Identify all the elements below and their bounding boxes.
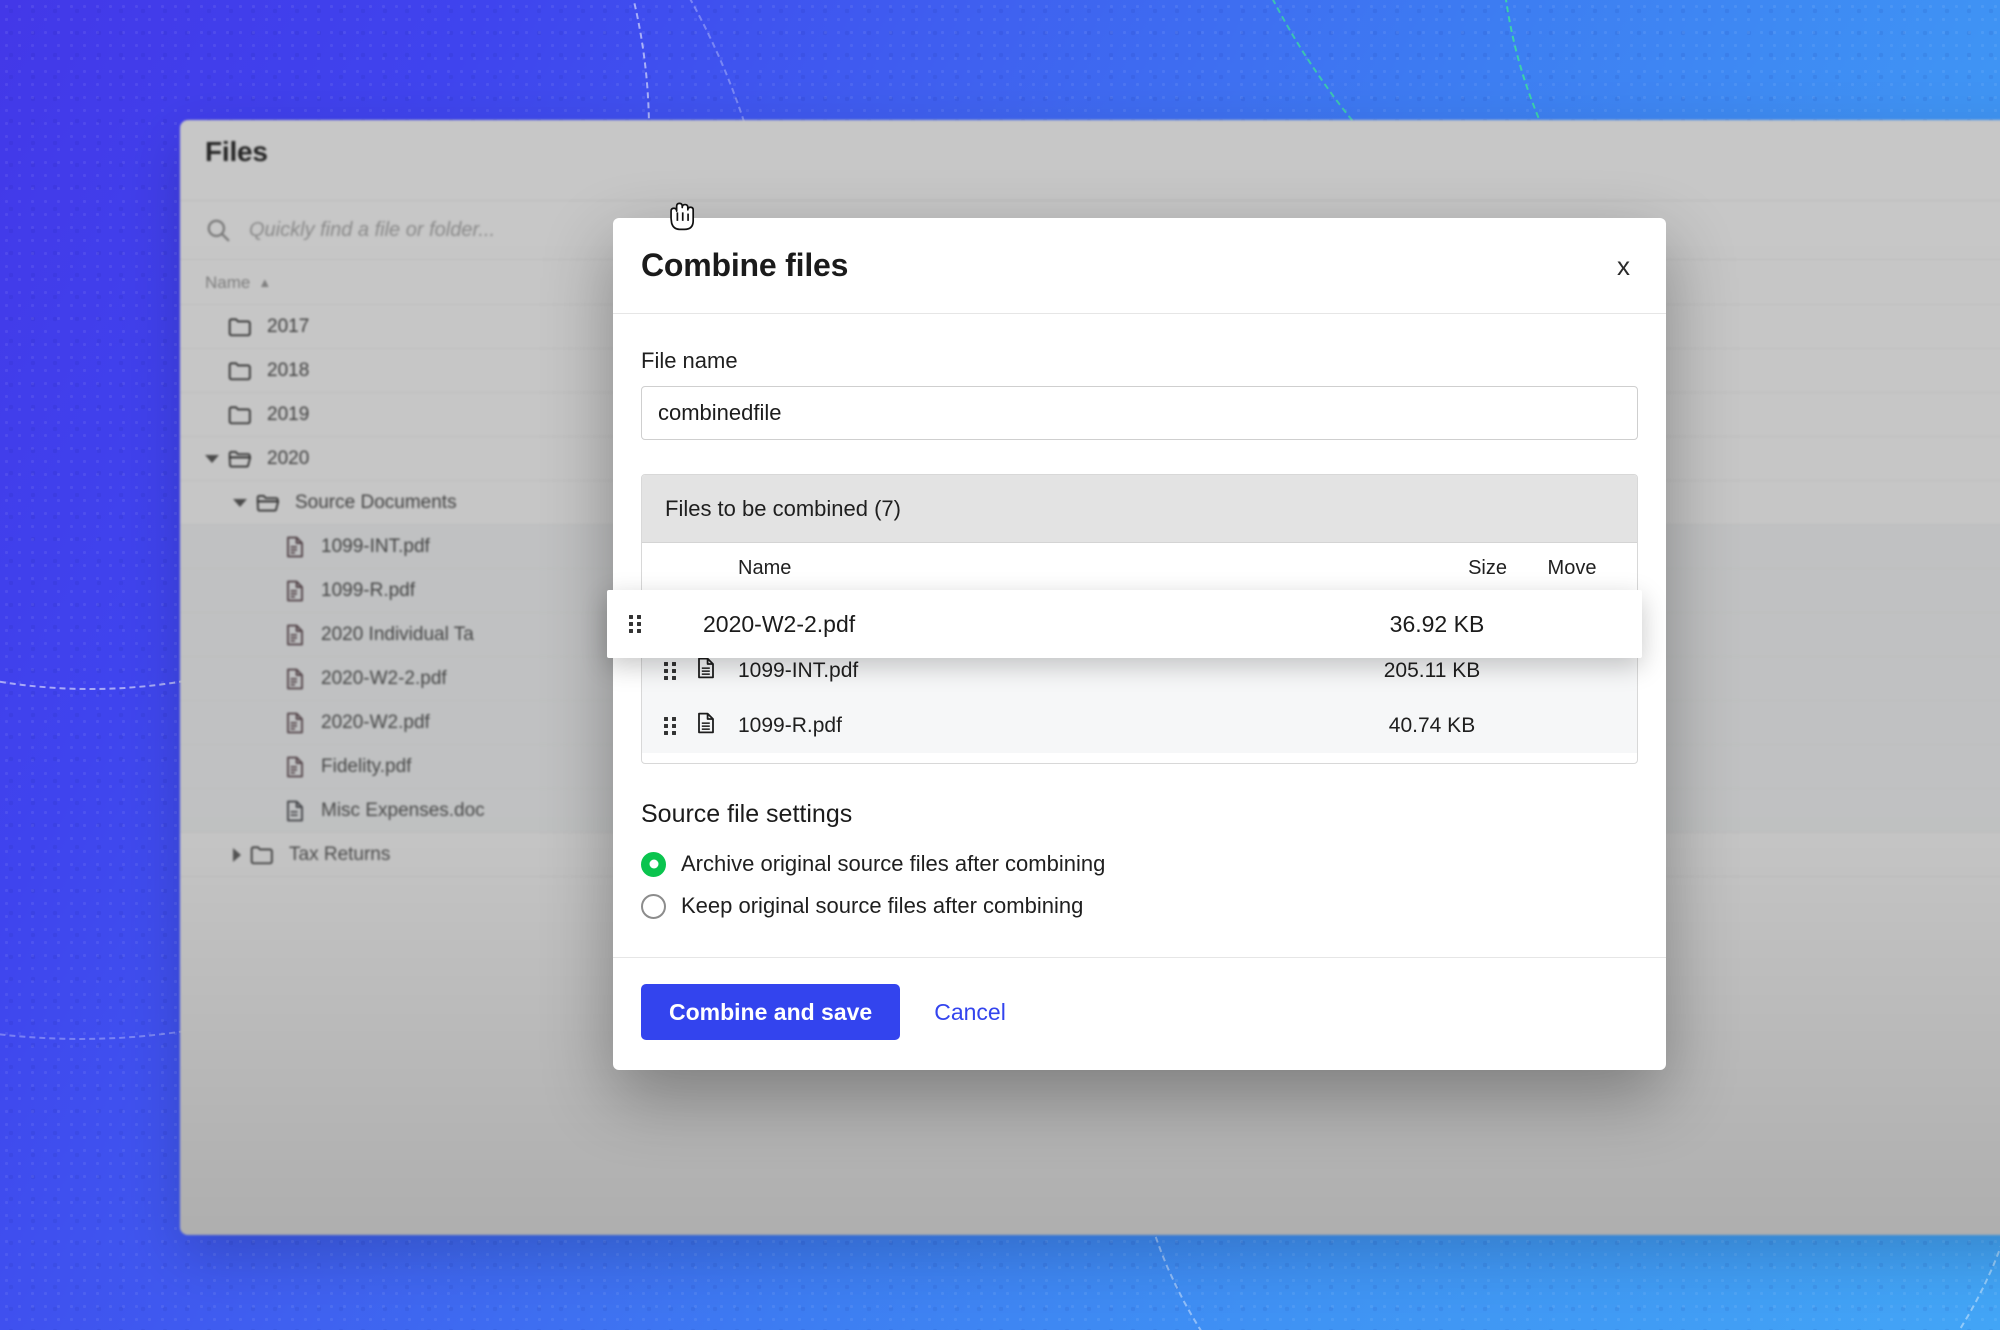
drag-handle-icon[interactable]	[664, 717, 676, 735]
file-name-label: 2020-W2.pdf	[321, 712, 430, 734]
combine-file-size: 205.11 KB	[1357, 659, 1507, 683]
spacer	[261, 587, 275, 595]
page-title: Files	[205, 136, 268, 168]
dialog-header: Combine files x	[613, 218, 1666, 314]
folder-icon	[249, 842, 275, 868]
radio-option-archive[interactable]: Archive original source files after comb…	[641, 843, 1638, 885]
file-name-label: 2019	[267, 404, 309, 426]
combine-file-name: 1099-INT.pdf	[738, 659, 1357, 683]
file-name-label: 2018	[267, 360, 309, 382]
drag-handle-icon[interactable]	[664, 662, 676, 680]
spacer	[261, 719, 275, 727]
file-name-label: 2020	[267, 448, 309, 470]
chevron-right-icon[interactable]	[233, 848, 241, 862]
folder-open-icon	[255, 490, 281, 516]
spacer	[261, 807, 275, 815]
file-name-label: 2020 Individual Ta	[321, 624, 474, 646]
drag-handle-cell[interactable]	[642, 717, 694, 735]
folder-open-icon	[227, 446, 253, 472]
drag-handle-cell[interactable]	[607, 615, 659, 633]
radio-label-archive: Archive original source files after comb…	[681, 851, 1105, 877]
close-icon[interactable]: x	[1603, 245, 1644, 287]
spacer	[205, 411, 219, 419]
file-name-label: 1099-INT.pdf	[321, 536, 430, 558]
pdf-file-icon	[283, 534, 307, 560]
pdf-file-icon	[283, 710, 307, 736]
combine-file-size: 40.74 KB	[1357, 714, 1507, 738]
column-header-name[interactable]: Name	[205, 273, 250, 293]
spacer	[205, 367, 219, 375]
file-name-label: Fidelity.pdf	[321, 756, 411, 778]
dialog-body: File name Files to be combined (7) Name …	[613, 314, 1666, 764]
drag-handle-cell[interactable]	[642, 662, 694, 680]
file-name-label: Misc Expenses.doc	[321, 800, 485, 822]
combine-file-row[interactable]: 1099-R.pdf40.74 KB	[642, 698, 1637, 753]
file-name-label: 2020-W2-2.pdf	[321, 668, 447, 690]
pdf-file-icon	[283, 666, 307, 692]
grabbing-hand-cursor-icon	[665, 196, 699, 236]
dragged-file-row[interactable]: 2020-W2-2.pdf 36.92 KB	[607, 590, 1642, 658]
drag-handle-icon[interactable]	[629, 615, 641, 633]
dialog-footer: Combine and save Cancel	[613, 957, 1666, 1070]
column-header-name: Name	[738, 557, 1357, 580]
spacer	[205, 323, 219, 331]
file-icon-cell	[694, 655, 738, 687]
radio-label-keep: Keep original source files after combini…	[681, 893, 1083, 919]
dragged-file-size: 36.92 KB	[1362, 611, 1512, 638]
files-to-combine-header: Files to be combined (7)	[642, 475, 1637, 543]
source-file-settings: Source file settings Archive original so…	[613, 764, 1666, 927]
folder-icon	[227, 402, 253, 428]
combine-rows-list: 1099-INT.pdf205.11 KB 1099-R.pdf40.74 KB	[642, 643, 1637, 753]
combine-files-dialog: Combine files x File name Files to be co…	[613, 218, 1666, 1070]
search-input[interactable]: Quickly find a file or folder...	[249, 219, 495, 242]
radio-button-archive[interactable]	[641, 852, 666, 877]
document-icon	[694, 710, 718, 736]
file-icon-cell	[694, 710, 738, 742]
file-name-label: Source Documents	[295, 492, 457, 514]
radio-button-keep[interactable]	[641, 894, 666, 919]
document-icon	[694, 655, 718, 681]
sort-ascending-icon[interactable]: ▲	[258, 275, 271, 290]
chevron-down-icon[interactable]	[205, 455, 219, 463]
combine-and-save-button[interactable]: Combine and save	[641, 984, 900, 1040]
dragged-file-name: 2020-W2-2.pdf	[703, 611, 1362, 638]
chevron-down-icon[interactable]	[233, 499, 247, 507]
source-settings-title: Source file settings	[641, 800, 1638, 829]
pdf-file-icon	[283, 622, 307, 648]
file-name-label: File name	[641, 348, 1638, 374]
cancel-button[interactable]: Cancel	[916, 999, 1024, 1026]
combine-file-name: 1099-R.pdf	[738, 714, 1357, 738]
folder-icon	[227, 314, 253, 340]
dialog-title: Combine files	[641, 247, 848, 284]
search-icon	[205, 217, 231, 243]
doc-file-icon	[283, 798, 307, 824]
combine-table-header: Name Size Move	[642, 543, 1637, 595]
spacer	[261, 631, 275, 639]
pdf-file-icon	[283, 578, 307, 604]
column-header-move: Move	[1507, 557, 1637, 580]
source-settings-options: Archive original source files after comb…	[641, 843, 1638, 927]
folder-icon	[227, 358, 253, 384]
spacer	[261, 543, 275, 551]
file-name-label: 1099-R.pdf	[321, 580, 415, 602]
file-name-label: Tax Returns	[289, 844, 390, 866]
column-header-size: Size	[1357, 557, 1507, 580]
file-name-label: 2017	[267, 316, 309, 338]
radio-option-keep[interactable]: Keep original source files after combini…	[641, 885, 1638, 927]
pdf-file-icon	[283, 754, 307, 780]
spacer	[261, 675, 275, 683]
file-name-input[interactable]	[641, 386, 1638, 440]
spacer	[261, 763, 275, 771]
